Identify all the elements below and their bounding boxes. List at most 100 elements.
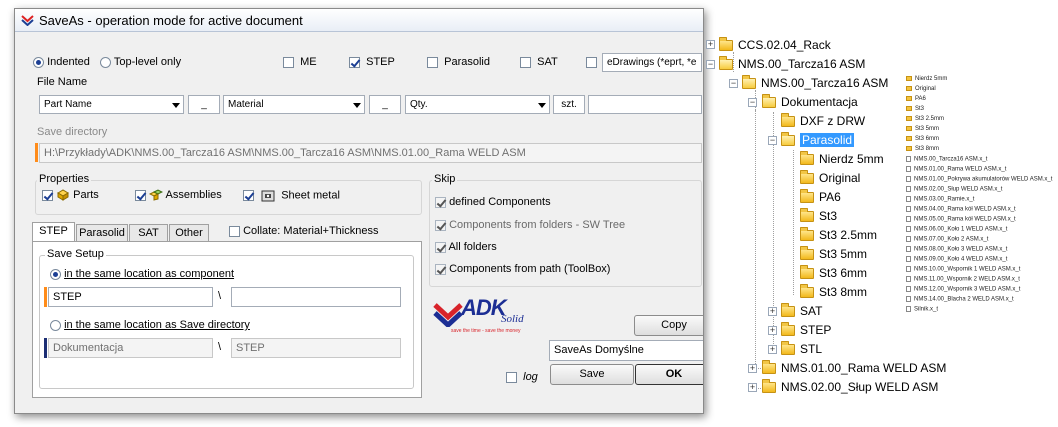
tree-item-step[interactable]: STEP bbox=[781, 322, 831, 337]
tree-item-nierdz[interactable]: Nierdz 5mm bbox=[800, 151, 884, 166]
tree-item-nms-tarcza[interactable]: NMS.00_Tarcza16 ASM bbox=[719, 56, 865, 71]
file-list-file[interactable]: NMS.06.00_Koło 1 WELD ASM.x_t bbox=[906, 226, 1007, 233]
format-sat-checkbox[interactable]: SAT bbox=[520, 56, 558, 68]
skip-from-folders-checkbox[interactable]: Components from folders - SW Tree bbox=[435, 219, 625, 231]
tree-item-pa6[interactable]: PA6 bbox=[800, 189, 841, 204]
folder-icon bbox=[906, 126, 912, 131]
filename-suffix-field[interactable]: szt. bbox=[553, 95, 585, 114]
properties-parts-checkbox[interactable]: Parts bbox=[42, 189, 99, 201]
file-list-file[interactable]: NMS.01.00_Rama WELD ASM.x_t bbox=[906, 166, 1006, 173]
file-list-file[interactable]: NMS.08.00_Koło 3 WELD ASM.x_t bbox=[906, 246, 1007, 253]
tree-item-nms-rama[interactable]: NMS.01.00_Rama WELD ASM bbox=[762, 360, 946, 375]
filename-part2-dropdown[interactable]: Material bbox=[223, 95, 365, 114]
format-step-checkbox[interactable]: STEP bbox=[349, 56, 395, 68]
component-subfolder-field[interactable]: STEP bbox=[48, 287, 213, 307]
collate-checkbox[interactable]: Collate: Material+Thickness bbox=[229, 225, 378, 237]
same-as-component-radio[interactable]: in the same location as component bbox=[50, 268, 234, 280]
expand-toggle[interactable]: + bbox=[768, 307, 777, 316]
file-list-folder[interactable]: St3 2.5mm bbox=[906, 116, 944, 122]
preset-field[interactable]: SaveAs Domyślne bbox=[549, 340, 703, 361]
filename-part1-dropdown[interactable]: Part Name bbox=[39, 95, 184, 114]
expand-toggle[interactable]: + bbox=[748, 383, 757, 392]
file-list-file[interactable]: NMS.03.00_Ramie.x_t bbox=[906, 196, 974, 203]
file-icon bbox=[906, 256, 911, 262]
copy-button[interactable]: Copy bbox=[634, 315, 703, 336]
properties-sheetmetal-checkbox[interactable]: Sheet metal bbox=[243, 189, 340, 202]
skip-from-path-checkbox[interactable]: Components from path (ToolBox) bbox=[435, 263, 610, 275]
tab-other[interactable]: Other bbox=[169, 224, 209, 242]
file-list-file[interactable]: NMS.11.00_Wspornik 2 WELD ASM.x_t bbox=[906, 276, 1020, 283]
tree-item-stl[interactable]: STL bbox=[781, 341, 822, 356]
file-list-file[interactable]: NMS.00_Tarcza16 ASM.x_t bbox=[906, 156, 987, 163]
dialog-title: SaveAs - operation mode for active docum… bbox=[39, 13, 303, 28]
collapse-toggle[interactable]: − bbox=[768, 136, 777, 145]
properties-assemblies-checkbox[interactable]: Assemblies bbox=[135, 189, 222, 201]
file-list-folder[interactable]: St3 8mm bbox=[906, 146, 939, 152]
log-checkbox[interactable]: log bbox=[506, 371, 538, 383]
tree-item-st3[interactable]: St3 bbox=[800, 208, 837, 223]
file-list-folder[interactable]: Nierdz 5mm bbox=[906, 76, 947, 82]
file-list-file[interactable]: NMS.07.00_Koło 2 ASM.x_t bbox=[906, 236, 988, 243]
file-list-file[interactable]: NMS.02.00_Słup WELD ASM.x_t bbox=[906, 186, 1002, 193]
file-list-folder[interactable]: St3 bbox=[906, 106, 924, 112]
file-list-file[interactable]: NMS.12.00_Wspornik 3 WELD ASM.x_t bbox=[906, 286, 1020, 293]
collapse-toggle[interactable]: − bbox=[706, 60, 715, 69]
format-parasolid-checkbox[interactable]: Parasolid bbox=[427, 56, 490, 68]
savedir-subfolder-field[interactable]: Dokumentacja bbox=[48, 338, 213, 358]
folder-icon bbox=[906, 106, 912, 111]
skip-defined-checkbox[interactable]: defined Components bbox=[435, 196, 551, 208]
filename-sep2-field[interactable]: _ bbox=[369, 95, 401, 114]
file-list-file[interactable]: NMS.09.00_Koło 4 WELD ASM.x_t bbox=[906, 256, 1007, 263]
ok-button[interactable]: OK bbox=[635, 364, 703, 385]
expand-toggle[interactable]: + bbox=[768, 326, 777, 335]
same-as-save-dir-radio[interactable]: in the same location as Save directory bbox=[50, 319, 250, 331]
filename-part4-field[interactable] bbox=[588, 95, 702, 114]
format-me-checkbox[interactable]: ME bbox=[283, 56, 317, 68]
file-list-folder[interactable]: St3 5mm bbox=[906, 126, 939, 132]
tab-parasolid[interactable]: Parasolid bbox=[76, 224, 128, 242]
file-list-file[interactable]: Silnik.x_t bbox=[906, 306, 938, 313]
tree-item-st3-25[interactable]: St3 2.5mm bbox=[800, 227, 877, 242]
tab-sat[interactable]: SAT bbox=[129, 224, 168, 242]
tree-item-dxf[interactable]: DXF z DRW bbox=[781, 113, 865, 128]
file-list-file[interactable]: NMS.04.00_Rama kół WELD ASM.x_t bbox=[906, 206, 1016, 213]
tree-item-dokumentacja[interactable]: Dokumentacja bbox=[762, 94, 858, 109]
tree-item-st3-5[interactable]: St3 5mm bbox=[800, 246, 867, 261]
folder-icon bbox=[906, 136, 912, 141]
file-list-file[interactable]: NMS.10.00_Wspornik 1 WELD ASM.x_t bbox=[906, 266, 1020, 273]
component-subfolder-field-2[interactable] bbox=[231, 287, 401, 307]
skip-all-folders-checkbox[interactable]: All folders bbox=[435, 241, 497, 253]
savedir-subfolder-field-2[interactable]: STEP bbox=[231, 338, 401, 358]
tree-item-parasolid[interactable]: Parasolid bbox=[781, 132, 855, 147]
expand-toggle[interactable]: + bbox=[768, 345, 777, 354]
tree-item-st3-6[interactable]: St3 6mm bbox=[800, 265, 867, 280]
file-list-folder[interactable]: St3 6mm bbox=[906, 136, 939, 142]
mode-toplevel-radio[interactable]: Top-level only bbox=[100, 56, 181, 68]
file-list-file[interactable]: NMS.05.00_Rama kół WELD ASM.x_t bbox=[906, 216, 1016, 223]
expand-toggle[interactable]: + bbox=[748, 364, 757, 373]
folder-icon bbox=[781, 113, 795, 128]
save-directory-field[interactable]: H:\Przykłady\ADK\NMS.00_Tarcza16 ASM\NMS… bbox=[39, 143, 702, 163]
collapse-toggle[interactable]: − bbox=[729, 79, 738, 88]
format-edrawings-checkbox[interactable] bbox=[586, 56, 597, 68]
filename-sep1-field[interactable]: _ bbox=[188, 95, 220, 114]
tree-item-ccs-rack[interactable]: CCS.02.04_Rack bbox=[719, 37, 831, 52]
tab-step[interactable]: STEP bbox=[32, 222, 75, 242]
tree-item-sat[interactable]: SAT bbox=[781, 303, 822, 318]
collapse-toggle[interactable]: − bbox=[748, 98, 757, 107]
tree-item-st3-8[interactable]: St3 8mm bbox=[800, 284, 867, 299]
tree-item-nms-tarcza-sub[interactable]: NMS.00_Tarcza16 ASM bbox=[742, 75, 888, 90]
folder-icon bbox=[781, 303, 795, 318]
tree-item-nms-slup[interactable]: NMS.02.00_Słup WELD ASM bbox=[762, 379, 938, 394]
filename-part3-dropdown[interactable]: Qty. bbox=[405, 95, 550, 114]
save-button[interactable]: Save bbox=[550, 364, 634, 385]
file-list-file[interactable]: NMS.14.00_Blacha 2 WELD ASM.x_t bbox=[906, 296, 1014, 303]
title-bar[interactable]: SaveAs - operation mode for active docum… bbox=[15, 9, 703, 32]
file-list-folder[interactable]: Original bbox=[906, 86, 936, 92]
file-list-file[interactable]: NMS.01.00_Pokrywa akumulatorów WELD ASM.… bbox=[906, 176, 1052, 183]
edrawings-field[interactable]: eDrawings (*eprt, *e bbox=[602, 53, 702, 72]
tree-item-original[interactable]: Original bbox=[800, 170, 860, 185]
file-list-folder[interactable]: PA6 bbox=[906, 96, 926, 102]
expand-toggle[interactable]: + bbox=[706, 40, 715, 49]
mode-indented-radio[interactable]: Indented bbox=[33, 56, 90, 68]
